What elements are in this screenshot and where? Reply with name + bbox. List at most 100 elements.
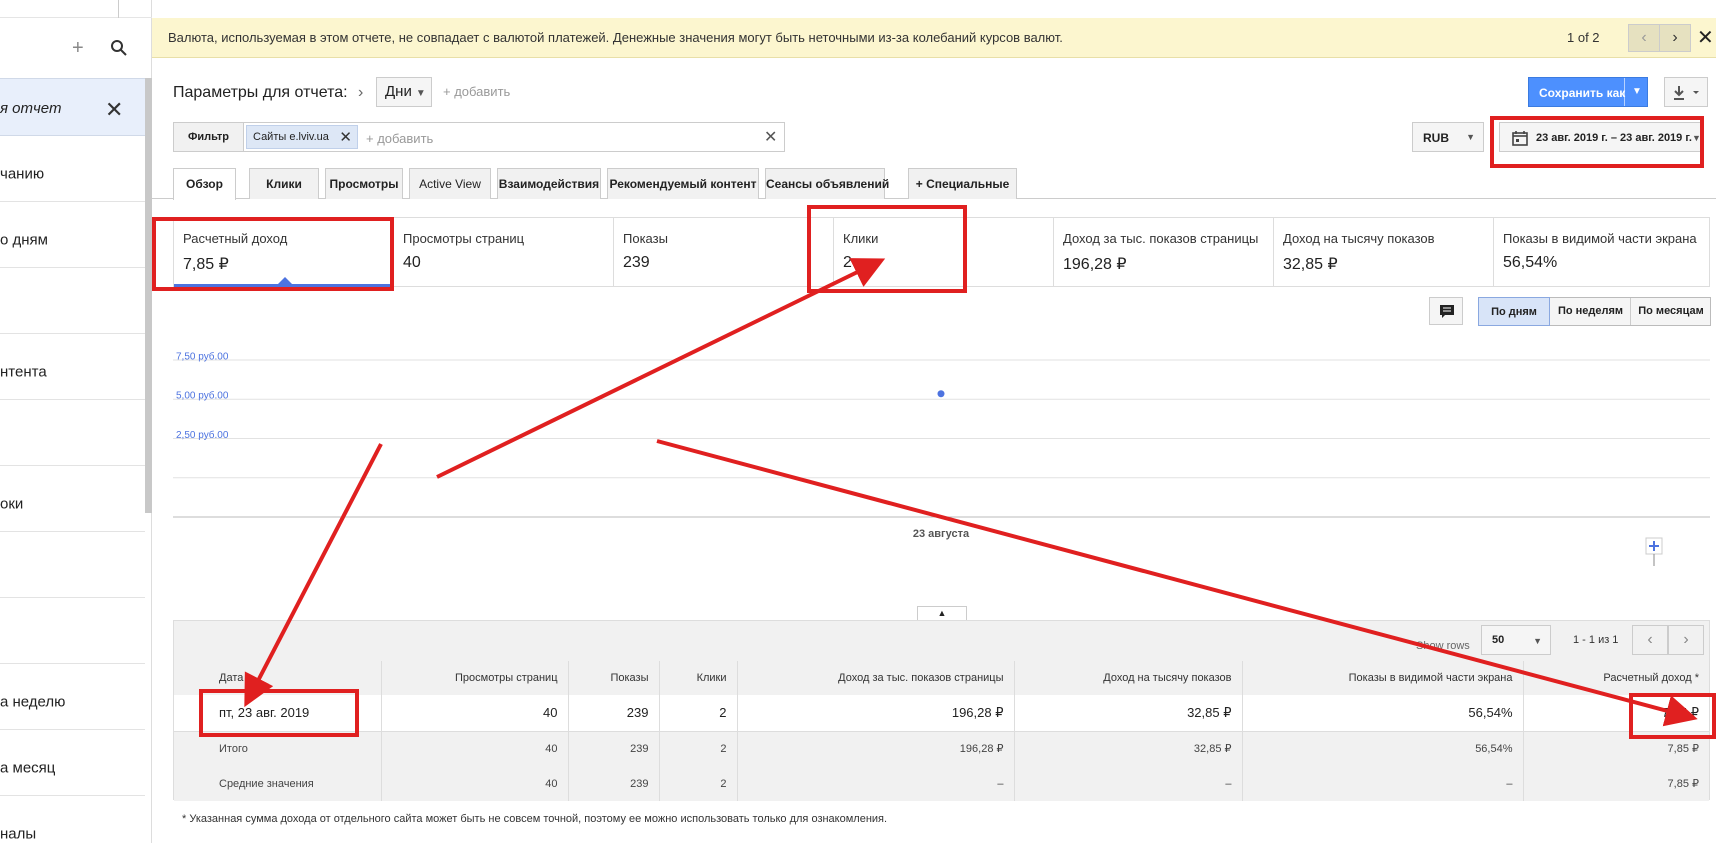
table-cell: 7,85 ₽: [1522, 766, 1709, 801]
table-cell: –: [1241, 766, 1523, 801]
banner-text: Валюта, используемая в этом отчете, не с…: [168, 30, 1063, 45]
chart-x-labels: 23 августа: [913, 528, 970, 540]
search-icon[interactable]: [110, 39, 128, 57]
currency-select[interactable]: RUB ▼: [1412, 122, 1484, 152]
chart-y-tick-label: 7,50 руб.00: [176, 350, 229, 362]
tab-interactions[interactable]: Взаимодействия: [497, 168, 601, 199]
caret-down-icon: ▼: [1533, 636, 1542, 646]
col-header[interactable]: Показы: [567, 661, 659, 695]
table-cell: 2: [658, 695, 737, 731]
banner-prev-button[interactable]: ‹: [1628, 24, 1660, 52]
download-button[interactable]: [1664, 77, 1708, 107]
show-rows-label: Show rows: [1416, 640, 1470, 652]
col-header[interactable]: Расчетный доход *: [1522, 661, 1709, 695]
download-icon: [1674, 86, 1699, 100]
tab-recommended-content[interactable]: Рекомендуемый контент: [607, 168, 759, 199]
table-average-row: Средние значения 40 239 2 – – – 7,85 ₽: [174, 766, 1709, 801]
annotation-box-clicks-card: [807, 205, 967, 293]
sidebar-item[interactable]: чанию: [0, 146, 145, 202]
table-cell: 40: [380, 730, 568, 766]
sidebar-item[interactable]: налы: [0, 806, 145, 843]
tab-overview[interactable]: Обзор: [173, 168, 236, 200]
table-prev-page-button[interactable]: ‹: [1632, 625, 1668, 655]
tab-ad-sessions[interactable]: Сеансы объявлений: [765, 168, 889, 199]
sidebar-item-label: я отчет: [0, 100, 62, 117]
tab-views[interactable]: Просмотры: [325, 168, 403, 199]
sidebar-item[interactable]: а неделю: [0, 674, 145, 730]
clear-filters-icon[interactable]: ✕: [764, 127, 777, 147]
col-header[interactable]: Доход за тыс. показов страницы: [736, 661, 1014, 695]
banner-close-icon[interactable]: ✕: [1697, 25, 1714, 50]
tab-active-view[interactable]: Active View: [409, 168, 491, 199]
dimension-select[interactable]: Дни ▼: [376, 77, 432, 107]
sidebar-item[interactable]: нтента: [0, 344, 145, 400]
close-icon[interactable]: ✕: [105, 97, 123, 123]
col-header[interactable]: Клики: [658, 661, 737, 695]
chart-x-label: 23 августа: [913, 528, 970, 540]
metric-card-page-views[interactable]: Просмотры страниц 40: [394, 218, 614, 286]
table-cell: 32,85 ₽: [1013, 730, 1242, 766]
banner-next-button[interactable]: ›: [1659, 24, 1691, 52]
sidebar-item-active[interactable]: я отчет ✕: [0, 78, 145, 136]
period-monthly-button[interactable]: По месяцам: [1631, 298, 1711, 325]
col-header[interactable]: Доход на тысячу показов: [1013, 661, 1242, 695]
sidebar-item[interactable]: а месяц: [0, 740, 145, 796]
sidebar-item[interactable]: [0, 278, 145, 334]
chart-y-ticks: 10,00 руб.007,50 руб.005,00 руб.002,50 р…: [176, 350, 229, 441]
table-cell: 40: [380, 695, 568, 731]
page-title: Параметры для отчета:: [173, 84, 348, 101]
add-filter-input[interactable]: + добавить: [366, 131, 433, 146]
table-cell: –: [736, 766, 1014, 801]
chart-points: [937, 390, 945, 398]
sidebar-item[interactable]: [0, 410, 145, 466]
chevron-right-icon: ›: [358, 84, 364, 101]
table-cell: 56,54%: [1241, 695, 1523, 731]
tab-custom[interactable]: + Специальные: [908, 168, 1017, 199]
add-dimension-link[interactable]: + добавить: [443, 84, 510, 99]
sidebar-item[interactable]: [0, 542, 145, 598]
caret-down-icon: ▼: [415, 88, 426, 99]
annotation-box-date-picker: [1490, 116, 1704, 168]
sidebar-item[interactable]: о дням: [0, 212, 145, 268]
table-cell: 56,54%: [1241, 730, 1523, 766]
sidebar-item[interactable]: оки: [0, 476, 145, 532]
remove-filter-icon[interactable]: ✕: [339, 128, 352, 146]
add-report-icon[interactable]: +: [72, 38, 84, 58]
rows-per-page-select[interactable]: 50 ▼: [1481, 625, 1551, 655]
caret-down-icon[interactable]: ▼: [1632, 86, 1642, 97]
table-cell: 32,85 ₽: [1013, 695, 1242, 731]
table-total-row: Итого 40 239 2 196,28 ₽ 32,85 ₽ 56,54% 7…: [174, 730, 1709, 766]
col-header[interactable]: Просмотры страниц: [380, 661, 568, 695]
chart-point[interactable]: [937, 390, 945, 398]
report-page: + я отчет ✕ чанию о дням нтента оки а не…: [0, 0, 1716, 843]
annotation-box-revenue-cell: [1629, 693, 1716, 739]
table-cell: 196,28 ₽: [736, 695, 1014, 731]
table-cell: Средние значения: [174, 766, 381, 801]
sidebar-item[interactable]: [0, 608, 145, 664]
period-daily-button[interactable]: По дням: [1478, 297, 1550, 326]
table-cell: 239: [567, 766, 659, 801]
footnote: * Указанная сумма дохода от отдельного с…: [182, 813, 888, 825]
metric-card-impressions[interactable]: Показы 239: [614, 218, 834, 286]
tab-clicks[interactable]: Клики: [249, 168, 319, 199]
zoom-plus-icon[interactable]: [1645, 537, 1663, 566]
col-header[interactable]: Показы в видимой части экрана: [1241, 661, 1523, 695]
revenue-chart: 10,00 руб.007,50 руб.005,00 руб.002,50 р…: [173, 350, 1710, 566]
table-next-page-button[interactable]: ›: [1668, 625, 1704, 655]
chart-y-tick-label: 2,50 руб.00: [176, 429, 229, 441]
save-as-button[interactable]: Сохранить как ▼: [1528, 77, 1648, 107]
table-cell: 2: [658, 730, 737, 766]
metric-card-page-rpm[interactable]: Доход за тыс. показов страницы 196,28 ₽: [1054, 218, 1274, 286]
table-cell: –: [1013, 766, 1242, 801]
caret-down-icon: ▼: [1466, 132, 1475, 142]
table-row: пт, 23 авг. 2019 40 239 2 196,28 ₽ 32,85…: [174, 695, 1709, 731]
collapse-chart-toggle[interactable]: ▲: [917, 606, 967, 620]
filter-label[interactable]: Фильтр: [174, 123, 244, 151]
period-weekly-button[interactable]: По неделям: [1551, 298, 1631, 325]
metric-card-impression-rpm[interactable]: Доход на тысячу показов 32,85 ₽: [1274, 218, 1494, 286]
filter-chip[interactable]: Сайты e.lviv.ua ✕: [246, 125, 358, 149]
metric-card-viewability[interactable]: Показы в видимой части экрана 56,54%: [1494, 218, 1710, 286]
report-table: Дата Просмотры страниц Показы Клики Дохо…: [174, 661, 1709, 801]
annotation-button[interactable]: [1429, 297, 1463, 325]
sidebar-scrollbar[interactable]: [145, 78, 152, 513]
